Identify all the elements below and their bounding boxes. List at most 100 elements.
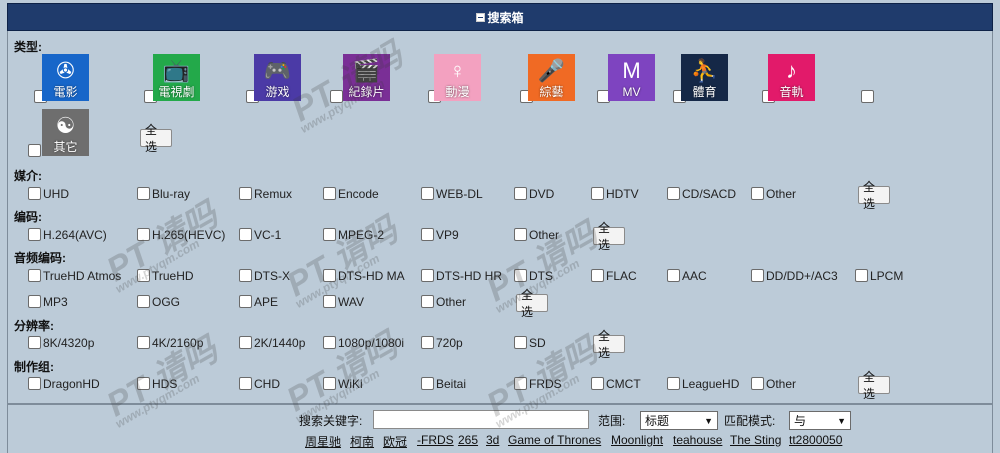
media-option-label: DVD [529,187,555,201]
resolution-checkbox[interactable] [421,336,434,349]
media-option-label: Remux [254,187,293,201]
media-checkbox[interactable] [421,187,434,200]
hot-search-link[interactable]: 柯南 [350,433,374,450]
team-checkbox[interactable] [28,377,41,390]
audio-checkbox[interactable] [28,295,41,308]
category-11[interactable]: ☯ 其它 [42,109,89,156]
resolution-checkbox[interactable] [28,336,41,349]
team-checkbox[interactable] [323,377,336,390]
audio-checkbox[interactable] [855,269,868,282]
category-3[interactable]: 🎮 游戏 [254,54,301,101]
audio-checkbox[interactable] [323,295,336,308]
audio-checkbox[interactable] [751,269,764,282]
audio-option-label: DTS-HD HR [436,269,502,283]
resolution-option-label: 8K/4320p [43,336,95,350]
search-box-header[interactable]: 搜索箱 [7,3,993,31]
codec-checkbox[interactable] [28,228,41,241]
resolution-select-all-button[interactable]: 全选 [593,329,625,360]
keyword-label: 搜索关键字: [299,414,363,428]
category-6[interactable]: 🎤 綜藝 [528,54,575,101]
category-checkbox[interactable] [330,90,343,103]
scope-select[interactable]: 标题 ▼ [640,411,718,430]
category-caption: 紀錄片 [348,85,385,99]
audio-checkbox[interactable] [421,269,434,282]
codec-checkbox[interactable] [239,228,252,241]
category-select-all-button[interactable]: 全选 [140,123,172,154]
hot-search-link[interactable]: -FRDS [417,433,454,447]
resolution-checkbox[interactable] [137,336,150,349]
category-1[interactable]: ✇ 電影 [42,54,89,101]
resolution-checkbox[interactable] [514,336,527,349]
hot-search-link[interactable]: 周星驰 [305,433,341,450]
team-select-all-button[interactable]: 全选 [858,370,890,401]
media-checkbox[interactable] [323,187,336,200]
team-checkbox[interactable] [239,377,252,390]
team-checkbox[interactable] [751,377,764,390]
hot-search-link[interactable]: Game of Thrones [508,433,601,447]
team-checkbox[interactable] [137,377,150,390]
category-checkbox[interactable] [28,144,41,157]
audio-checkbox[interactable] [591,269,604,282]
category-5[interactable]: ♀ 動漫 [434,54,481,101]
team-checkbox[interactable] [591,377,604,390]
audio-checkbox[interactable] [137,269,150,282]
audio-checkbox[interactable] [239,295,252,308]
category-label: 类型: [14,40,42,54]
resolution-option-label: 4K/2160p [152,336,204,350]
category-2[interactable]: 📺 電視劇 [153,54,200,101]
team-checkbox[interactable] [421,377,434,390]
hot-search-link[interactable]: 欧冠 [383,433,407,450]
hot-search-link[interactable]: 265 [458,433,478,447]
film-reel-icon: ✇ [56,58,75,83]
media-checkbox[interactable] [667,187,680,200]
category-4[interactable]: 🎬 紀錄片 [343,54,390,101]
match-mode-select[interactable]: 与 ▼ [789,411,851,430]
hot-search-link[interactable]: tt2800050 [789,433,842,447]
audio-select-all-button[interactable]: 全选 [516,288,548,319]
category-caption: 音軌 [779,85,804,99]
media-checkbox[interactable] [137,187,150,200]
audio-checkbox[interactable] [514,269,527,282]
audio-label: 音频编码: [14,251,66,265]
search-filter-panel: 类型: ✇ 電影 📺 電視劇 🎮 游戏 🎬 紀錄片 ♀ 動漫 🎤 綜藝 M MV ⛹ 體育 ♪ 音軌 ☯ 其它 全选 媒… [7,31,993,403]
codec-checkbox[interactable] [323,228,336,241]
category-7[interactable]: M MV [608,54,655,101]
hot-search-link[interactable]: The Sting [730,433,781,447]
team-option-label: HDS [152,377,178,391]
codec-checkbox[interactable] [514,228,527,241]
resolution-checkbox[interactable] [323,336,336,349]
media-checkbox[interactable] [239,187,252,200]
resolution-checkbox[interactable] [239,336,252,349]
search-bar: 搜索关键字: 范围: 标题 ▼ 匹配模式: 与 ▼ 周星驰 柯南 欧冠 -FRDS 26… [7,405,993,453]
category-caption: 其它 [53,140,78,154]
codec-checkbox[interactable] [137,228,150,241]
media-option-label: CD/SACD [682,187,737,201]
audio-checkbox[interactable] [137,295,150,308]
audio-option-label: FLAC [606,269,637,283]
team-checkbox[interactable] [514,377,527,390]
category-9[interactable]: ♪ 音軌 [768,54,815,101]
category-checkbox[interactable] [861,90,874,103]
codec-checkbox[interactable] [421,228,434,241]
media-checkbox[interactable] [591,187,604,200]
audio-checkbox[interactable] [28,269,41,282]
codec-select-all-button[interactable]: 全选 [593,221,625,252]
keyword-input[interactable] [373,410,589,429]
media-checkbox[interactable] [514,187,527,200]
audio-checkbox[interactable] [323,269,336,282]
media-option-label: WEB-DL [436,187,483,201]
hot-search-link[interactable]: teahouse [673,433,722,447]
media-select-all-button[interactable]: 全选 [858,180,890,211]
media-checkbox[interactable] [751,187,764,200]
category-8[interactable]: ⛹ 體育 [681,54,728,101]
codec-label: 编码: [14,210,42,224]
hot-search-link[interactable]: 3d [486,433,499,447]
audio-checkbox[interactable] [421,295,434,308]
audio-checkbox[interactable] [239,269,252,282]
hot-search-link[interactable]: Moonlight [611,433,663,447]
media-checkbox[interactable] [28,187,41,200]
audio-checkbox[interactable] [667,269,680,282]
collapse-icon[interactable] [476,12,486,22]
audio-option-label: Other [436,295,467,309]
team-checkbox[interactable] [667,377,680,390]
